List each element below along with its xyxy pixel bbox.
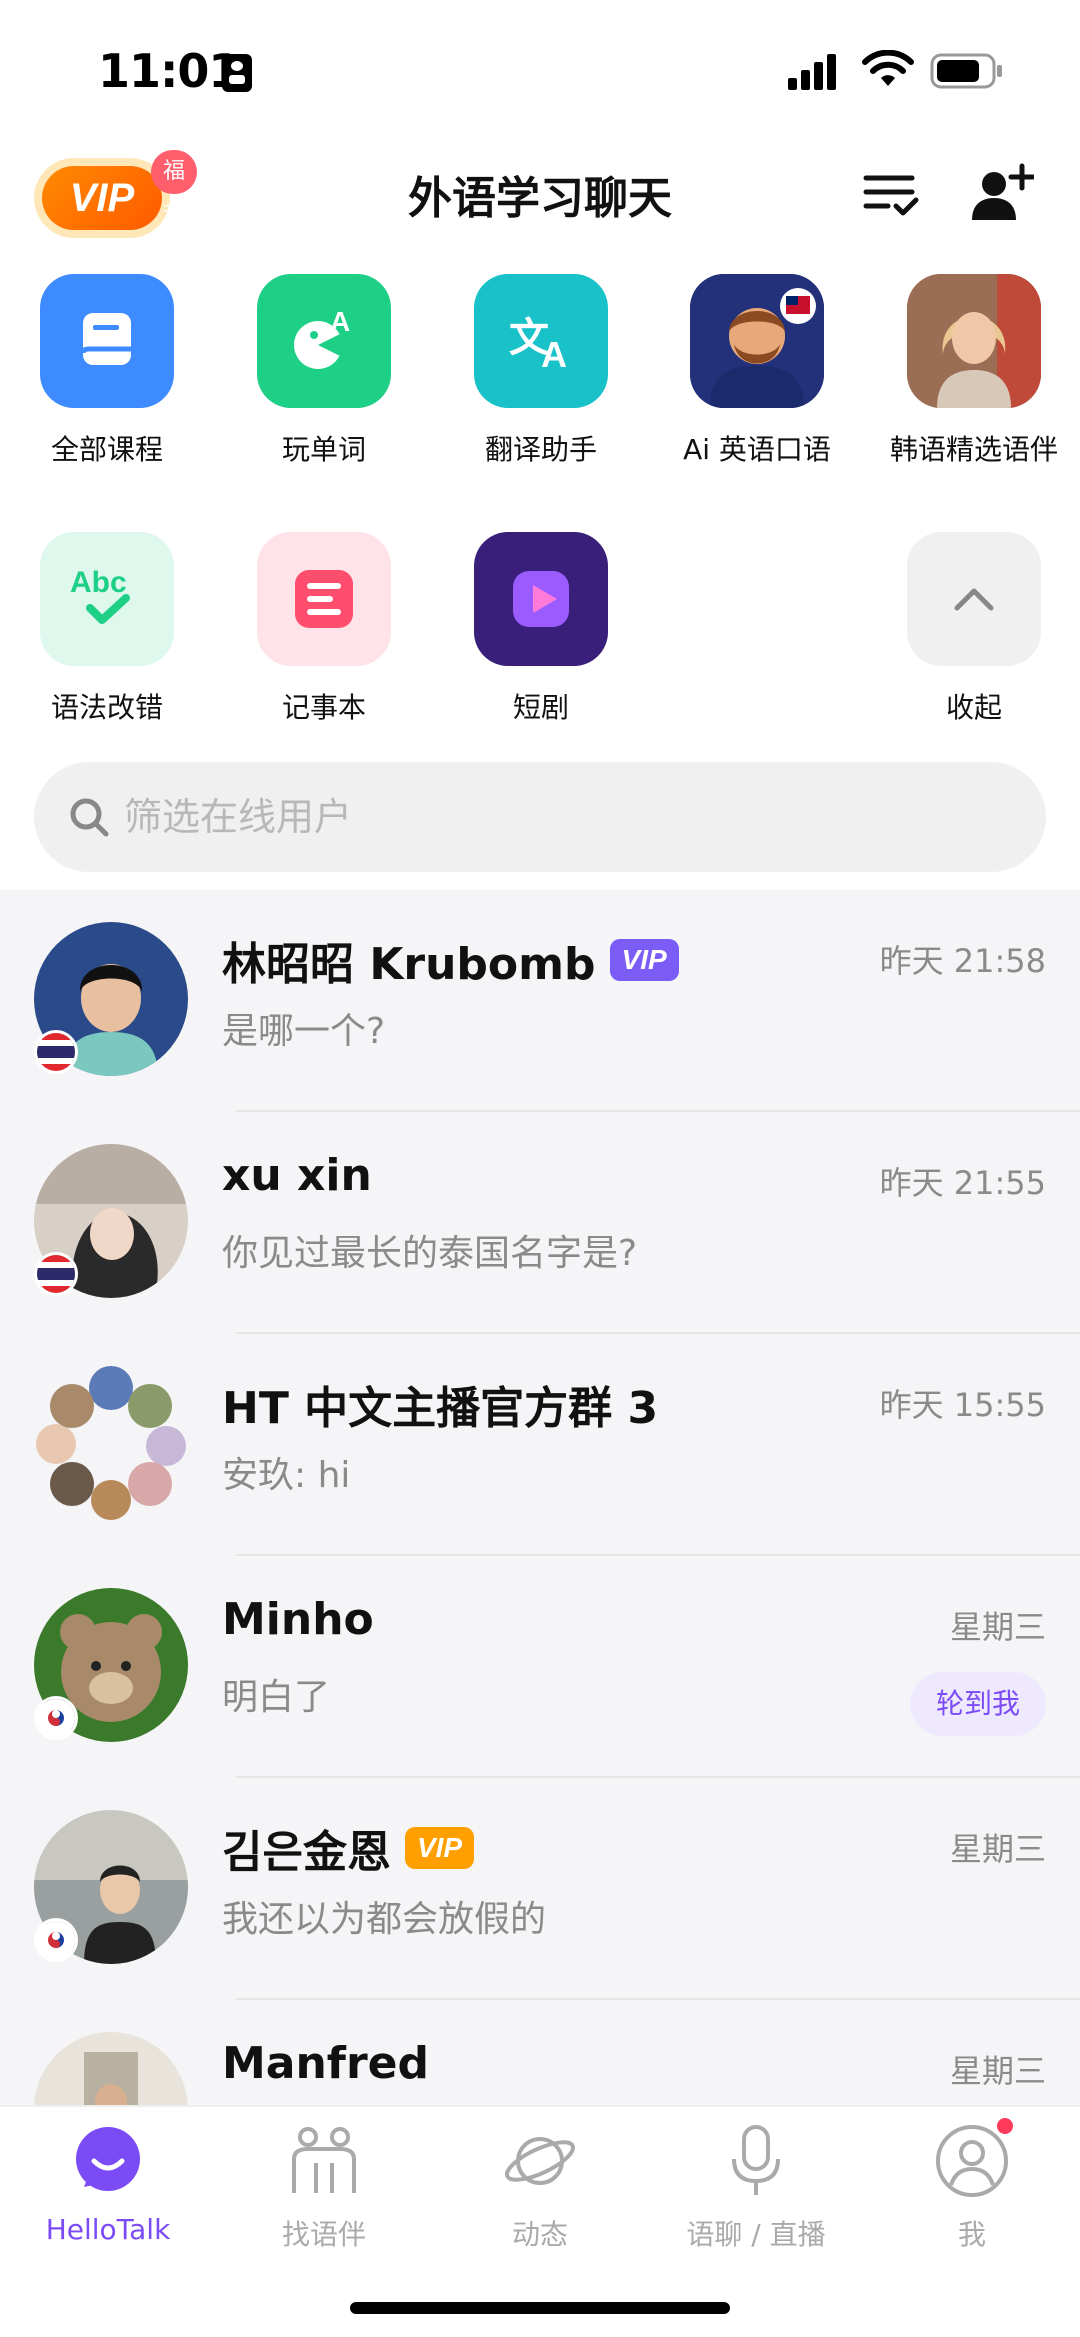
tab-find-partner[interactable]: 找语伴 (216, 2123, 432, 2253)
status-time: 11:01 (98, 44, 240, 98)
message-time: 昨天 21:55 (879, 1164, 1046, 1202)
hellotalk-icon (70, 2123, 146, 2199)
contact-name: HT 中文主播官方群 3 (222, 1372, 658, 1436)
app-label: 记事本 (281, 691, 366, 724)
book-icon (40, 274, 174, 408)
partner-photo (907, 274, 1041, 408)
message-time: 星期三 (949, 1608, 1046, 1646)
app-word-game[interactable]: A 玩单词 (224, 274, 424, 468)
last-message: 你见过最长的泰国名字是? (222, 1233, 638, 1274)
contact-name: Manfred (222, 2038, 429, 2089)
word-game-icon: A (257, 274, 391, 408)
find-partner-icon (286, 2123, 362, 2199)
app-label: Ai 英语口语 (683, 433, 831, 466)
notification-dot (994, 2115, 1016, 2137)
message-time: 昨天 21:58 (879, 942, 1046, 980)
microphone-icon (718, 2123, 794, 2199)
app-korean-partner[interactable]: 韩语精选语伴 (874, 274, 1074, 468)
feature-grid: 全部课程 A 玩单词 文 A 翻译助手 Ai 英语口语 韩语精选语伴 Abc 语… (0, 270, 1080, 730)
status-bar: 11:01 (0, 0, 1080, 130)
message-time: 星期三 (949, 2052, 1046, 2090)
vip-tag: VIP (609, 939, 679, 981)
tab-label: HelloTalk (45, 2213, 171, 2246)
contact-name: 林昭昭 Krubomb VIP (222, 928, 679, 992)
contact-name-text: Manfred (222, 2038, 429, 2089)
translate-icon: 文 A (474, 274, 608, 408)
grammar-check-icon: Abc (40, 532, 174, 666)
svg-text:Abc: Abc (70, 566, 127, 599)
vip-tag: VIP (404, 1827, 475, 1869)
conversation-row[interactable]: 김은金恩 VIP 我还以为都会放假的 星期三 (0, 1778, 1080, 2000)
chevron-up-icon (907, 532, 1041, 666)
ai-tutor-avatar (690, 274, 824, 408)
battery-icon (930, 53, 1002, 89)
last-message: 安玖: hi (222, 1455, 351, 1496)
filter-list-icon[interactable] (860, 162, 924, 226)
contact-name: Minho (222, 1594, 374, 1645)
app-ai-english[interactable]: Ai 英语口语 (657, 274, 857, 468)
contact-name-text: 김은金恩 (222, 1827, 391, 1878)
app-translate[interactable]: 文 A 翻译助手 (441, 274, 641, 468)
conversation-list: 林昭昭 Krubomb VIP 是哪一个? 昨天 21:58 xu xin 你见… (0, 890, 1080, 2105)
cellular-signal-icon (788, 54, 836, 90)
last-message: 我还以为都会放假的 (222, 1899, 547, 1940)
conversation-row[interactable]: 林昭昭 Krubomb VIP 是哪一个? 昨天 21:58 (0, 890, 1080, 1112)
app-label: 韩语精选语伴 (889, 433, 1058, 466)
wifi-icon (862, 50, 914, 86)
app-grammar-check[interactable]: Abc 语法改错 (7, 532, 207, 726)
tab-label: 找语伴 (281, 2218, 366, 2251)
tab-label: 语聊 / 直播 (686, 2218, 826, 2251)
collapse-button[interactable]: 收起 (874, 532, 1074, 726)
conversation-row[interactable]: xu xin 你见过最长的泰国名字是? 昨天 21:55 (0, 1112, 1080, 1334)
message-time: 星期三 (949, 1830, 1046, 1868)
app-label: 玩单词 (281, 433, 366, 466)
app-label: 收起 (945, 691, 1002, 724)
korea-flag-icon (34, 1696, 78, 1740)
thailand-flag-icon (34, 1030, 78, 1074)
tab-me[interactable]: 我 (864, 2115, 1080, 2253)
contact-name-text: xu xin (222, 1150, 372, 1201)
last-message: 是哪一个? (222, 1011, 386, 1052)
contact-name-text: HT 中文主播官方群 3 (222, 1383, 659, 1434)
tab-voice-live[interactable]: 语聊 / 直播 (648, 2123, 864, 2253)
app-label: 语法改错 (50, 691, 163, 724)
profile-icon (934, 2115, 1016, 2199)
home-indicator[interactable] (350, 2302, 730, 2314)
tab-label: 动态 (511, 2218, 568, 2251)
app-notebook[interactable]: 记事本 (224, 532, 424, 726)
tab-label: 我 (957, 2218, 986, 2251)
group-avatar[interactable] (34, 1366, 188, 1520)
notebook-icon (257, 532, 391, 666)
contact-name: 김은金恩 VIP (222, 1816, 475, 1880)
tab-hellotalk[interactable]: HelloTalk (0, 2123, 216, 2246)
contact-name-text: Minho (222, 1594, 374, 1645)
your-turn-badge: 轮到我 (909, 1672, 1046, 1736)
app-label: 短剧 (512, 691, 569, 724)
search-icon (70, 798, 109, 837)
last-message: 明白了 (222, 1677, 331, 1718)
id-card-icon (222, 54, 252, 92)
header: VIP 福利 外语学习聊天 (0, 140, 1080, 250)
app-label: 全部课程 (50, 433, 163, 466)
conversation-row[interactable]: Minho 明白了 星期三 轮到我 (0, 1556, 1080, 1778)
play-icon (474, 532, 608, 666)
tab-moments[interactable]: 动态 (432, 2123, 648, 2253)
conversation-row[interactable]: HT 中文主播官方群 3 安玖: hi 昨天 15:55 (0, 1334, 1080, 1556)
thailand-flag-icon (34, 1252, 78, 1296)
avatar[interactable] (34, 2032, 188, 2105)
svg-text:A: A (541, 334, 567, 375)
planet-icon (502, 2123, 578, 2199)
message-time: 昨天 15:55 (879, 1386, 1046, 1424)
add-friend-icon[interactable] (970, 162, 1034, 226)
app-all-courses[interactable]: 全部课程 (7, 274, 207, 468)
svg-text:A: A (330, 306, 350, 337)
app-label: 翻译助手 (484, 433, 597, 466)
contact-name: xu xin (222, 1150, 372, 1201)
korea-flag-icon (34, 1918, 78, 1962)
search-bar[interactable] (34, 762, 1046, 872)
app-short-drama[interactable]: 短剧 (441, 532, 641, 726)
search-input[interactable] (124, 762, 1004, 872)
conversation-row[interactable]: Manfred 星期三 (0, 2000, 1080, 2105)
contact-name-text: 林昭昭 Krubomb (222, 939, 596, 990)
